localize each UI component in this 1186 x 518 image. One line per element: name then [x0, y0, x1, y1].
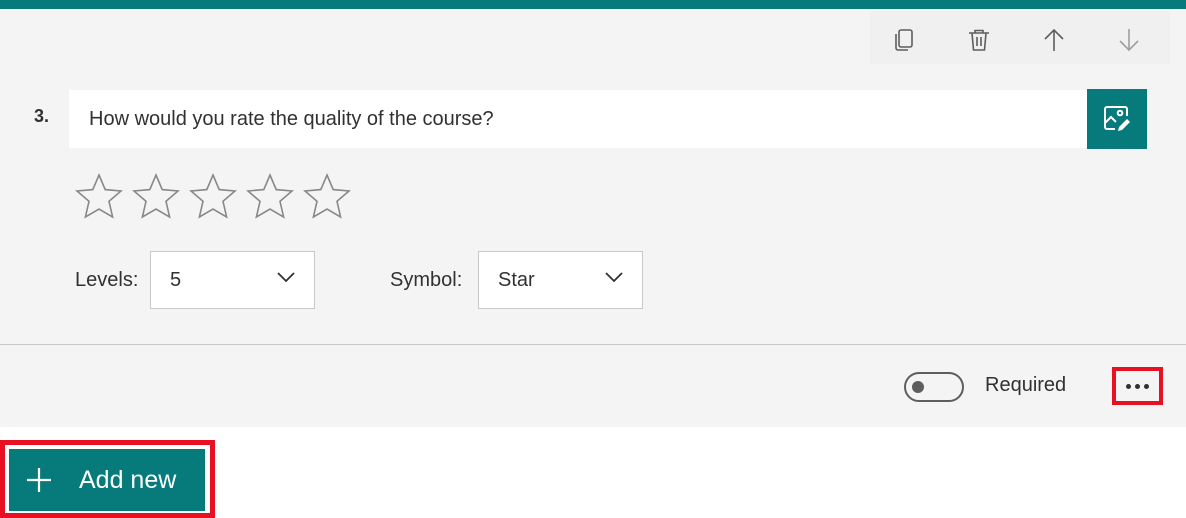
rating-star-2[interactable]: [131, 172, 181, 222]
plus-icon: [27, 468, 51, 492]
levels-dropdown[interactable]: 5: [150, 251, 315, 309]
star-icon: [189, 172, 237, 219]
add-new-label: Add new: [79, 465, 177, 494]
question-number: 3.: [34, 106, 50, 126]
required-toggle[interactable]: [904, 372, 964, 402]
move-down-button[interactable]: [1109, 20, 1149, 60]
insert-media-button[interactable]: [1087, 89, 1147, 149]
chevron-down-icon: [277, 272, 295, 283]
symbol-dropdown[interactable]: Star: [478, 251, 643, 309]
star-icon: [75, 172, 123, 219]
rating-star-5[interactable]: [302, 172, 352, 222]
copy-icon: [895, 29, 913, 51]
arrow-up-icon: [1044, 28, 1064, 51]
rating-star-1[interactable]: [74, 172, 124, 222]
card-divider: [0, 344, 1186, 345]
rating-stars: [74, 172, 352, 222]
question-card: 3. How would you rate the quality of the…: [0, 0, 1186, 427]
levels-value: 5: [170, 268, 182, 291]
rating-star-3[interactable]: [188, 172, 238, 222]
more-options-icon: [1126, 383, 1149, 389]
copy-question-button[interactable]: [884, 20, 924, 60]
arrow-down-icon: [1119, 29, 1139, 52]
levels-label: Levels:: [75, 269, 139, 291]
trash-icon: [969, 29, 989, 51]
image-edit-icon: [1104, 106, 1130, 131]
rating-star-4[interactable]: [245, 172, 295, 222]
delete-question-button[interactable]: [959, 20, 999, 60]
required-label: Required: [985, 374, 1067, 396]
add-new-button[interactable]: Add new: [9, 449, 205, 511]
more-options-button[interactable]: [1112, 367, 1163, 405]
star-icon: [246, 172, 294, 219]
move-up-button[interactable]: [1034, 20, 1074, 60]
question-title-input[interactable]: How would you rate the quality of the co…: [69, 90, 1087, 148]
symbol-label: Symbol:: [390, 269, 463, 291]
card-accent-bar: [0, 0, 1186, 9]
chevron-down-icon: [605, 272, 623, 283]
symbol-value: Star: [498, 268, 535, 291]
toggle-knob: [912, 381, 924, 393]
star-icon: [132, 172, 180, 219]
star-icon: [303, 172, 351, 219]
